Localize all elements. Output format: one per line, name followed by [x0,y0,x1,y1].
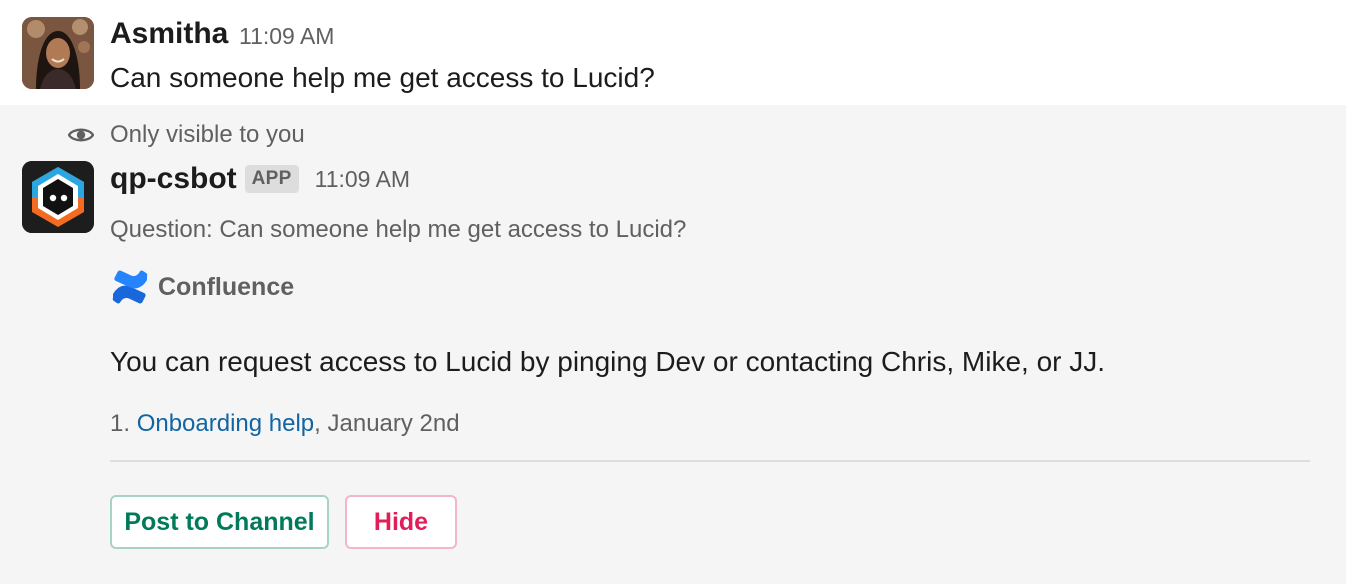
citation-number: 1. [110,410,137,437]
visibility-text: Only visible to you [110,121,305,148]
divider [110,460,1310,462]
eye-icon [68,128,94,142]
hide-button[interactable]: Hide [345,495,457,549]
citation-item: 1. Onboarding help, January 2nd [110,407,460,441]
question-text: Question: Can someone help me get access… [110,216,687,243]
message-timestamp[interactable]: 11:09 AM [315,163,410,195]
bot-header: qp-csbot APP 11:09 AM [110,159,410,199]
visibility-notice: Only visible to you [68,119,305,151]
message-timestamp[interactable]: 11:09 AM [239,20,334,52]
citation-date: , January 2nd [314,410,460,437]
avatar[interactable] [22,17,94,89]
source-label: Confluence [110,265,294,309]
bot-name[interactable]: qp-csbot [110,159,237,199]
confluence-icon [112,270,148,304]
bot-avatar[interactable] [22,161,94,233]
answer-text: You can request access to Lucid by pingi… [110,346,1106,377]
app-badge: APP [244,165,299,193]
message-user: Asmitha 11:09 AM Can someone help me get… [0,0,1346,105]
citation-link[interactable]: Onboarding help [137,410,314,437]
user-name[interactable]: Asmitha [110,14,228,54]
message-bot-ephemeral: Only visible to you qp-csbot APP 11:09 A… [0,105,1346,584]
post-to-channel-button[interactable]: Post to Channel [110,495,329,549]
message-text: Can someone help me get access to Lucid? [110,62,655,93]
source-name: Confluence [158,273,295,301]
